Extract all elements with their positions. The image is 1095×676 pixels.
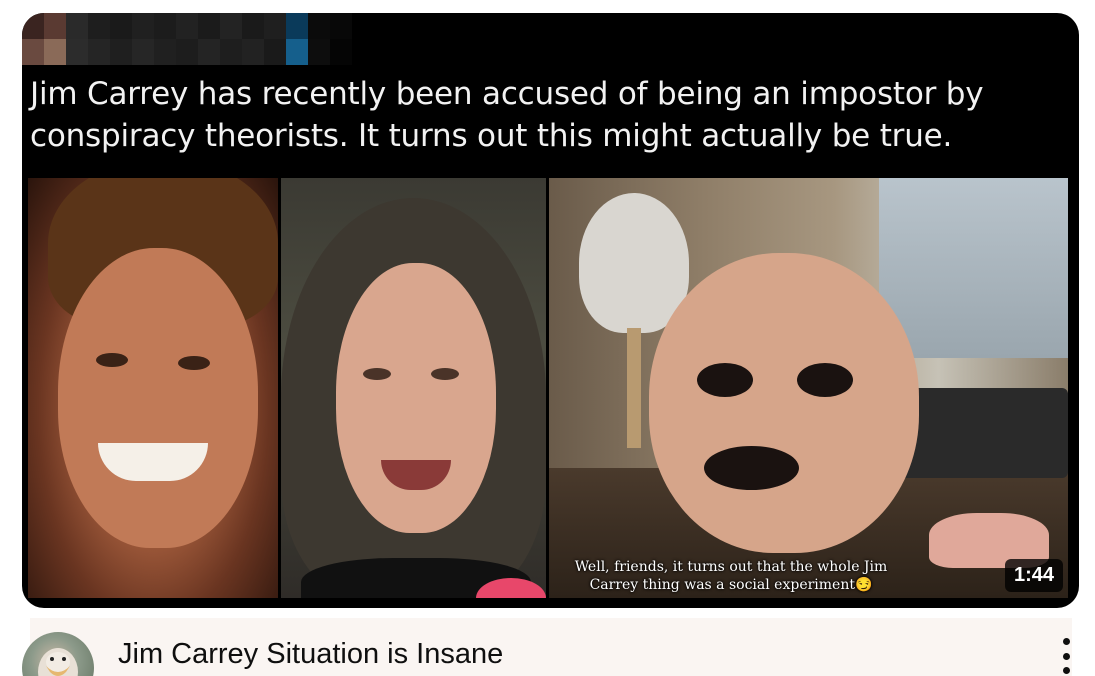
channel-avatar[interactable] <box>22 632 94 676</box>
eye-shape <box>178 356 210 370</box>
mask-face-shape <box>649 253 919 553</box>
kebab-vertical-icon[interactable] <box>1058 638 1074 674</box>
photo-mask-scene: Well, friends, it turns out that the who… <box>549 178 1068 598</box>
window-shape <box>879 178 1068 358</box>
redacted-header-row <box>22 39 352 65</box>
thumbnail-caption: Jim Carrey has recently been accused of … <box>30 76 984 154</box>
photo-portrait-smiling <box>28 178 278 598</box>
mask-mouth-hole <box>704 446 799 490</box>
thumbnail-collage: Well, friends, it turns out that the who… <box>28 178 1068 598</box>
eye-shape <box>96 353 128 367</box>
wig-stand-pole <box>627 328 641 448</box>
duration-badge: 1:44 <box>1004 559 1063 592</box>
avatar-bird-icon <box>38 648 78 676</box>
video-thumbnail[interactable]: Jim Carrey has recently been accused of … <box>22 13 1079 608</box>
video-info-row: Jim Carrey Situation is Insane <box>22 618 1074 676</box>
mask-eye-hole <box>797 363 853 397</box>
face-shape <box>58 248 258 548</box>
eye-shape <box>431 368 459 380</box>
overlay-subtitle-line2: Carrey thing was a social experiment😏 <box>589 577 873 593</box>
overlay-subtitle-line1: Well, friends, it turns out that the who… <box>574 559 888 575</box>
eye-shape <box>363 368 391 380</box>
face-shape <box>336 263 496 533</box>
makeup-palette <box>899 388 1068 478</box>
video-title[interactable]: Jim Carrey Situation is Insane <box>118 636 503 672</box>
mask-eye-hole <box>697 363 753 397</box>
overlay-subtitle: Well, friends, it turns out that the who… <box>551 558 911 594</box>
video-card: Jim Carrey has recently been accused of … <box>0 0 1095 676</box>
photo-portrait-recent <box>281 178 546 598</box>
